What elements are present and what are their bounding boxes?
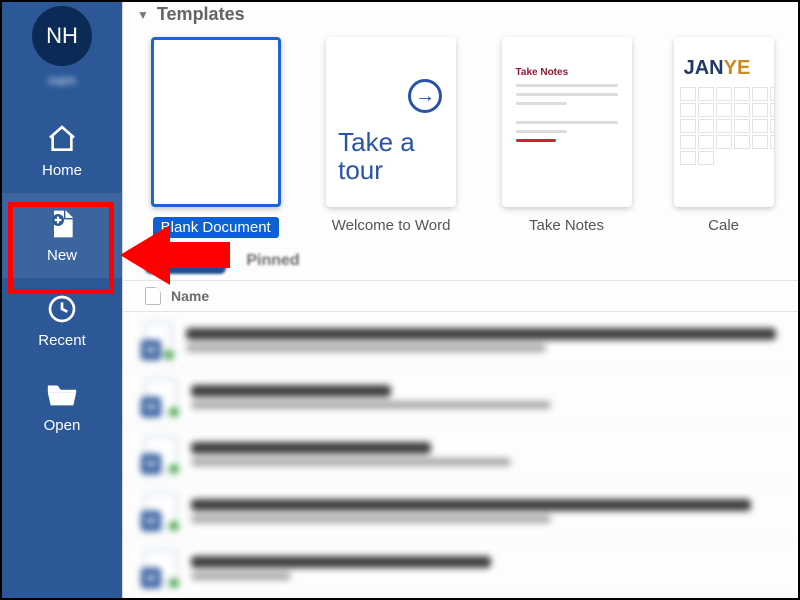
sidebar-item-home[interactable]: Home bbox=[2, 108, 122, 193]
recent-files-list: WWWWW bbox=[123, 312, 798, 597]
list-header-name[interactable]: Name bbox=[171, 288, 209, 304]
file-row[interactable]: W bbox=[123, 369, 798, 426]
template-label: Take Notes bbox=[529, 217, 604, 234]
file-row-text bbox=[191, 499, 751, 523]
main-panel: ▼ Templates Blank Document → Take a tour… bbox=[122, 2, 798, 598]
home-icon bbox=[45, 122, 79, 156]
template-blank-document[interactable]: Blank Document bbox=[147, 37, 284, 238]
folder-open-icon bbox=[45, 377, 79, 411]
template-label: Cale bbox=[708, 217, 739, 234]
template-thumb bbox=[151, 37, 281, 207]
file-row-text bbox=[186, 328, 776, 352]
sidebar-item-label: Home bbox=[42, 162, 82, 179]
sidebar-nav: Home New Recent bbox=[2, 108, 122, 448]
file-row[interactable]: W bbox=[123, 540, 798, 597]
username-label: nam bbox=[48, 72, 75, 88]
annotation-arrow-icon bbox=[120, 220, 230, 290]
file-row-text bbox=[191, 385, 551, 409]
tab-pinned[interactable]: Pinned bbox=[246, 252, 299, 270]
templates-title: Templates bbox=[157, 4, 245, 25]
calendar-heading: JANYE bbox=[684, 57, 751, 80]
avatar[interactable]: NH bbox=[32, 6, 92, 66]
template-thumb: → Take a tour bbox=[326, 37, 456, 207]
template-thumb: JANYE bbox=[674, 37, 774, 207]
template-welcome-to-word[interactable]: → Take a tour Welcome to Word bbox=[322, 37, 459, 238]
calendar-grid-icon bbox=[680, 87, 774, 165]
templates-section-header[interactable]: ▼ Templates bbox=[123, 4, 798, 25]
collapse-triangle-icon: ▼ bbox=[137, 8, 149, 22]
sidebar: NH nam Home New bbox=[2, 2, 122, 598]
template-label: Welcome to Word bbox=[332, 217, 451, 234]
sidebar-item-new[interactable]: New bbox=[2, 193, 122, 278]
tour-arrow-icon: → bbox=[408, 79, 442, 113]
app-frame: NH nam Home New bbox=[0, 0, 800, 600]
template-take-notes[interactable]: Take Notes Take Notes bbox=[498, 37, 635, 238]
sidebar-item-label: Recent bbox=[38, 332, 86, 349]
file-row-text bbox=[191, 556, 491, 580]
template-thumb: Take Notes bbox=[502, 37, 632, 207]
word-document-icon: W bbox=[145, 379, 177, 415]
notes-title: Take Notes bbox=[516, 67, 618, 78]
word-document-icon: W bbox=[145, 322, 172, 358]
sidebar-item-label: New bbox=[47, 247, 77, 264]
templates-row: Blank Document → Take a tour Welcome to … bbox=[123, 25, 798, 242]
template-calendar[interactable]: JANYE Cale bbox=[673, 37, 774, 238]
word-document-icon: W bbox=[145, 493, 177, 529]
sidebar-item-label: Open bbox=[44, 417, 81, 434]
new-document-icon bbox=[45, 207, 79, 241]
sidebar-item-open[interactable]: Open bbox=[2, 363, 122, 448]
clock-icon bbox=[45, 292, 79, 326]
file-row[interactable]: W bbox=[123, 312, 798, 369]
word-document-icon: W bbox=[145, 436, 177, 472]
sidebar-item-recent[interactable]: Recent bbox=[2, 278, 122, 363]
file-row[interactable]: W bbox=[123, 426, 798, 483]
word-document-icon: W bbox=[145, 550, 177, 586]
file-row-text bbox=[191, 442, 511, 466]
file-row[interactable]: W bbox=[123, 483, 798, 540]
tour-text: Take a tour bbox=[338, 128, 456, 185]
app-layout: NH nam Home New bbox=[2, 2, 798, 598]
